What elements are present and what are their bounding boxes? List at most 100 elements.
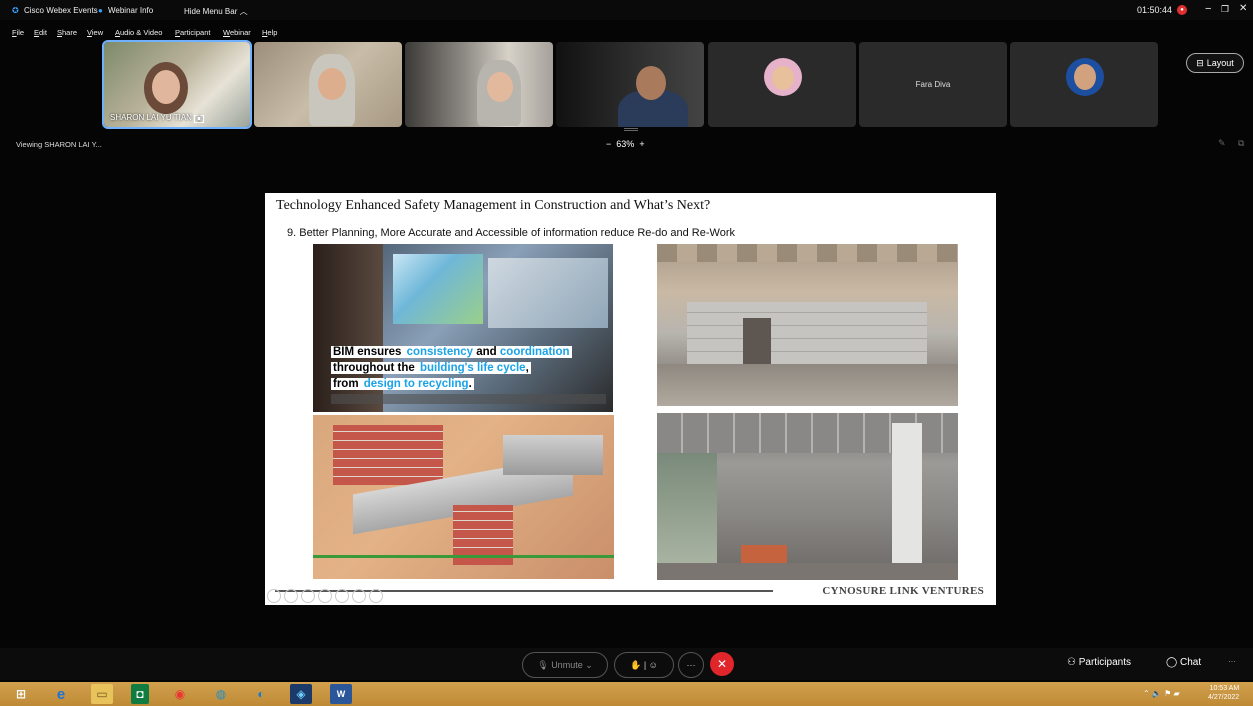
zoom-icon[interactable] [335, 589, 349, 603]
close-icon[interactable]: ✕ [1239, 3, 1247, 14]
monitor-screen [393, 254, 483, 324]
participant-face [152, 70, 180, 104]
participant-face [318, 68, 346, 100]
menu-audio-video[interactable]: Audio & Video [115, 28, 162, 37]
floor [657, 563, 958, 580]
chevron-up-icon: ︿ [239, 7, 248, 16]
video-thumbnail-5[interactable] [708, 42, 856, 127]
video-progress-bar [331, 394, 606, 404]
video-thumbnail-speaker[interactable]: SHARON LAI YU TIAN ▣ [102, 40, 252, 129]
minimize-icon[interactable]: − [1205, 3, 1211, 15]
hide-menu-bar-button[interactable]: Hide Menu Bar ︿ [184, 6, 248, 17]
subtitles-icon[interactable] [352, 589, 366, 603]
avatar-face [1074, 64, 1096, 90]
zoom-in-button[interactable]: + [639, 139, 644, 149]
brick-wall [333, 425, 443, 485]
clock[interactable]: 10:53 AM 4/27/2022 [1208, 684, 1239, 702]
app-title: Cisco Webex Events [24, 6, 98, 15]
speaker-name-label: SHARON LAI YU TIAN ▣ [110, 113, 204, 123]
slide-subtitle: 9. Better Planning, More Accurate and Ac… [287, 227, 735, 239]
pop-out-icon[interactable]: ⧉ [1238, 138, 1244, 149]
browser-icon[interactable]: ◍ [210, 684, 232, 704]
file-explorer-icon[interactable]: ▭ [91, 684, 113, 704]
annotate-icon[interactable]: ✎ [1218, 138, 1226, 149]
chat-icon: ◯ [1166, 657, 1178, 668]
pen-icon[interactable] [301, 589, 315, 603]
pipe [313, 555, 614, 558]
meeting-timer: 01:50:44 [1137, 5, 1173, 15]
menu-webinar[interactable]: Webinar [223, 28, 251, 37]
zoom-out-button[interactable]: − [606, 139, 611, 149]
recording-icon[interactable]: ● [1177, 5, 1187, 15]
construction-interior-photo [657, 244, 958, 406]
bim-model-photo [313, 415, 614, 579]
menu-view[interactable]: View [87, 28, 103, 37]
restore-icon[interactable]: ❐ [1221, 4, 1229, 15]
video-thumbnail-3[interactable] [405, 42, 553, 127]
edge-icon[interactable]: ◐ [250, 684, 272, 704]
grid-icon[interactable] [318, 589, 332, 603]
thumbnail-drag-handle[interactable] [624, 128, 638, 129]
reaction-group: ✋ | ☺ [614, 652, 674, 678]
info-icon: ● [98, 6, 103, 15]
unmute-button[interactable]: 🎙 Unmute ⌄ [522, 652, 608, 678]
participants-button[interactable]: ⚇ Participants [1067, 657, 1131, 668]
webex-logo-icon: ✪ [12, 6, 19, 15]
participant-name: Fara Diva [915, 80, 951, 89]
video-thumbnail-4[interactable] [556, 42, 704, 127]
word-icon[interactable]: W [330, 684, 352, 704]
more-options-button[interactable]: ··· [678, 652, 704, 678]
chat-button[interactable]: ◯ Chat [1166, 657, 1201, 668]
video-thumbnail-fara-diva[interactable]: Fara Diva [859, 42, 1007, 127]
slide-title: Technology Enhanced Safety Management in… [276, 198, 711, 213]
menu-participant[interactable]: Participant [175, 28, 210, 37]
menu-share[interactable]: Share [57, 28, 77, 37]
zoom-control: − 63% + [606, 139, 645, 149]
more-options-icon[interactable] [369, 589, 383, 603]
zoom-level: 63% [616, 139, 635, 149]
store-icon[interactable]: ◘ [131, 684, 149, 704]
leave-button[interactable]: ✕ [710, 652, 734, 676]
floor [657, 364, 958, 406]
shared-slide: Technology Enhanced Safety Management in… [265, 193, 996, 605]
door-opening [743, 318, 771, 364]
slide-footer: CYNOSURE LINK VENTURES [822, 585, 984, 597]
participant-face [487, 72, 513, 102]
chrome-icon[interactable]: ◉ [169, 684, 191, 704]
participant-face [636, 66, 666, 100]
open-floor-photo [657, 413, 958, 580]
menu-file[interactable]: File [12, 28, 24, 37]
column [892, 423, 922, 573]
layout-button[interactable]: ⊟ Layout [1186, 53, 1244, 73]
hand-raise-icon[interactable]: ✋ [630, 660, 641, 671]
bim-caption: BIM ensures consistency and coordination… [331, 346, 572, 390]
layout-icon: ⊟ [1196, 57, 1204, 68]
block-wall [687, 302, 927, 364]
prev-slide-icon[interactable] [267, 589, 281, 603]
windows-start-icon[interactable]: ⊞ [10, 684, 32, 704]
screen-share-icon: ▣ [194, 115, 204, 123]
monitor-screen-2 [488, 258, 608, 328]
viewing-label: Viewing SHARON LAI Y... [16, 140, 102, 149]
system-tray-icons[interactable]: ⌃ 🔈 ⚑ ▰ [1143, 689, 1180, 698]
duct-2 [503, 435, 603, 475]
emoji-icon[interactable]: ☺ [649, 660, 658, 670]
internet-explorer-icon[interactable]: e [50, 684, 72, 704]
window-scaffold [657, 453, 717, 563]
microphone-muted-icon: 🎙 [537, 659, 549, 670]
more-panels-button[interactable]: ··· [1228, 657, 1236, 666]
webex-icon[interactable]: ◈ [290, 684, 312, 704]
participants-icon: ⚇ [1067, 657, 1076, 668]
meeting-controls: 🎙 Unmute ⌄ ✋ | ☺ ··· ✕ ⚇ Participants ◯ … [0, 648, 1253, 680]
menu-help[interactable]: Help [262, 28, 277, 37]
avatar-face [772, 66, 794, 90]
slide-nav-controls [267, 589, 383, 603]
menu-edit[interactable]: Edit [34, 28, 47, 37]
ceiling [657, 244, 958, 262]
title-bar: ✪ Cisco Webex Events ● Webinar Info Hide… [0, 0, 1253, 20]
next-slide-icon[interactable] [284, 589, 298, 603]
webinar-info-button[interactable]: Webinar Info [108, 6, 153, 15]
chevron-down-icon: ⌄ [585, 659, 593, 670]
video-thumbnail-7[interactable] [1010, 42, 1158, 127]
video-thumbnail-2[interactable] [254, 42, 402, 127]
